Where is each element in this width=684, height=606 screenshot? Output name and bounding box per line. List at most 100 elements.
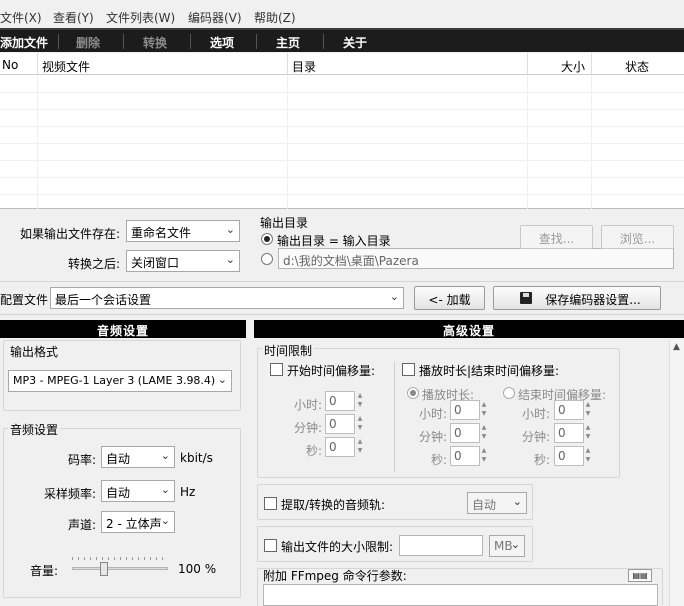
spin-arrows-icon[interactable]: ▲ ▼ bbox=[355, 437, 365, 457]
advanced-settings-header: 高级设置 bbox=[254, 320, 684, 338]
if-exists-label: 如果输出文件存在: bbox=[20, 227, 121, 241]
spin-arrows-icon[interactable]: ▲ ▼ bbox=[479, 423, 489, 443]
about-button[interactable]: 关于 bbox=[343, 34, 367, 51]
spin-arrows-icon[interactable]: ▲ ▼ bbox=[355, 391, 365, 411]
edit-params-icon[interactable]: ▤▤ bbox=[628, 569, 652, 582]
column-header-no[interactable]: No bbox=[0, 53, 38, 75]
output-format-select[interactable]: MP3 - MPEG-1 Layer 3 (LAME 3.98.4) ⌄ bbox=[8, 370, 232, 392]
chevron-down-icon: ⌄ bbox=[160, 514, 170, 527]
output-dir-group-title: 输出目录 bbox=[260, 216, 309, 230]
duration-minutes-input[interactable]: 0 bbox=[450, 423, 480, 443]
start-hours-input[interactable]: 0 bbox=[325, 391, 355, 411]
if-exists-select[interactable]: 重命名文件 ⌄ bbox=[126, 220, 240, 242]
end-seconds-input[interactable]: 0 bbox=[554, 446, 584, 466]
size-limit-checkbox[interactable] bbox=[264, 539, 277, 552]
table-row bbox=[0, 194, 684, 195]
duration-hours-input[interactable]: 0 bbox=[450, 400, 480, 420]
audio-settings-group-title: 音频设置 bbox=[8, 421, 61, 438]
audio-track-checkbox[interactable] bbox=[264, 497, 277, 510]
channels-label: 声道: bbox=[68, 518, 97, 532]
menu-view[interactable]: 查看(Y) bbox=[53, 9, 94, 26]
start-offset-checkbox[interactable] bbox=[270, 363, 283, 376]
spin-arrows-icon[interactable]: ▲ ▼ bbox=[355, 414, 365, 434]
samplerate-label: 采样频率: bbox=[44, 487, 97, 501]
chevron-down-icon: ⌄ bbox=[225, 223, 235, 236]
radio-duration[interactable] bbox=[407, 387, 419, 399]
end-minutes-label: 分钟: bbox=[522, 430, 551, 444]
end-hours-input[interactable]: 0 bbox=[554, 400, 584, 420]
bitrate-select[interactable]: 自动 ⌄ bbox=[101, 446, 175, 468]
menu-filelist[interactable]: 文件列表(W) bbox=[106, 9, 175, 26]
chevron-down-icon: ⌄ bbox=[217, 373, 227, 386]
duration-checkbox[interactable] bbox=[402, 363, 415, 376]
browse-button[interactable]: 浏览... bbox=[601, 225, 674, 249]
samplerate-select[interactable]: 自动 ⌄ bbox=[101, 480, 175, 502]
table-row bbox=[0, 126, 684, 127]
delete-button[interactable]: 删除 bbox=[76, 34, 100, 51]
save-encoder-settings-button[interactable]: 保存编码器设置... bbox=[493, 286, 661, 310]
duration-seconds-label: 秒: bbox=[431, 453, 448, 467]
start-minutes-input[interactable]: 0 bbox=[325, 414, 355, 434]
end-seconds-label: 秒: bbox=[534, 453, 551, 467]
convert-button[interactable]: 转换 bbox=[143, 34, 167, 51]
start-seconds-label: 秒: bbox=[306, 444, 323, 458]
column-divider bbox=[527, 75, 528, 209]
column-header-video-file[interactable]: 视频文件 bbox=[38, 53, 288, 75]
profile-select[interactable]: 最后一个会话设置 ⌄ bbox=[50, 287, 404, 309]
menu-bar: 文件(X) 查看(Y) 文件列表(W) 编码器(V) 帮助(Z) bbox=[0, 0, 684, 28]
radio-custom-dir[interactable] bbox=[261, 253, 273, 265]
duration-seconds-input[interactable]: 0 bbox=[450, 446, 480, 466]
file-list-table[interactable]: No 视频文件 目录 大小 状态 bbox=[0, 53, 684, 209]
divider bbox=[394, 362, 395, 472]
table-row bbox=[0, 109, 684, 110]
column-header-directory[interactable]: 目录 bbox=[288, 53, 528, 75]
chevron-down-icon: ⌄ bbox=[160, 483, 170, 496]
spin-arrows-icon[interactable]: ▲ ▼ bbox=[583, 423, 593, 443]
divider bbox=[0, 314, 684, 315]
spin-arrows-icon[interactable]: ▲ ▼ bbox=[583, 400, 593, 420]
samplerate-unit: Hz bbox=[180, 485, 196, 499]
size-limit-input[interactable] bbox=[399, 535, 483, 556]
spin-arrows-icon[interactable]: ▲ ▼ bbox=[479, 400, 489, 420]
home-button[interactable]: 主页 bbox=[276, 34, 300, 51]
end-minutes-input[interactable]: 0 bbox=[554, 423, 584, 443]
after-convert-label: 转换之后: bbox=[68, 257, 121, 271]
chevron-down-icon: ⌄ bbox=[510, 538, 520, 551]
toolbar-separator bbox=[256, 34, 257, 49]
slider-thumb[interactable] bbox=[100, 562, 108, 576]
start-hours-label: 小时: bbox=[294, 398, 323, 412]
find-button[interactable]: 查找... bbox=[520, 225, 593, 249]
size-unit-select[interactable]: MB ⌄ bbox=[489, 535, 525, 557]
add-files-button[interactable]: 添加文件 bbox=[0, 34, 48, 51]
table-row bbox=[0, 143, 684, 144]
column-header-size[interactable]: 大小 bbox=[528, 53, 592, 75]
start-minutes-label: 分钟: bbox=[294, 421, 323, 435]
radio-end-offset[interactable] bbox=[503, 387, 515, 399]
column-header-status[interactable]: 状态 bbox=[592, 53, 684, 75]
options-button[interactable]: 选项 bbox=[210, 34, 234, 51]
spin-arrows-icon[interactable]: ▲ ▼ bbox=[479, 446, 489, 466]
after-convert-select[interactable]: 关闭窗口 ⌄ bbox=[126, 250, 240, 272]
output-dir-input[interactable]: d:\我的文档\桌面\Pazera bbox=[278, 248, 674, 269]
spin-arrows-icon[interactable]: ▲ ▼ bbox=[583, 446, 593, 466]
radio-same-dir[interactable] bbox=[261, 233, 273, 245]
menu-encoder[interactable]: 编码器(V) bbox=[188, 9, 242, 26]
volume-value: 100 % bbox=[178, 562, 217, 576]
menu-file[interactable]: 文件(X) bbox=[0, 9, 42, 26]
ffmpeg-params-input[interactable] bbox=[263, 584, 658, 606]
start-offset-label: 开始时间偏移量: bbox=[287, 364, 376, 378]
volume-slider[interactable] bbox=[72, 557, 168, 577]
audio-track-select[interactable]: 自动 ⌄ bbox=[467, 492, 527, 514]
start-seconds-input[interactable]: 0 bbox=[325, 437, 355, 457]
scroll-up-icon[interactable]: ▲ bbox=[673, 342, 680, 352]
column-divider bbox=[287, 75, 288, 209]
menu-help[interactable]: 帮助(Z) bbox=[254, 9, 296, 26]
scrollbar[interactable]: ▲ bbox=[669, 340, 684, 606]
channels-select[interactable]: 2 - 立体声 ⌄ bbox=[101, 511, 175, 533]
column-divider bbox=[37, 75, 38, 209]
load-profile-button[interactable]: <- 加载 bbox=[414, 286, 485, 310]
end-hours-label: 小时: bbox=[522, 407, 551, 421]
chevron-down-icon: ⌄ bbox=[389, 290, 399, 303]
volume-label: 音量: bbox=[30, 564, 59, 578]
bitrate-label: 码率: bbox=[68, 453, 97, 467]
